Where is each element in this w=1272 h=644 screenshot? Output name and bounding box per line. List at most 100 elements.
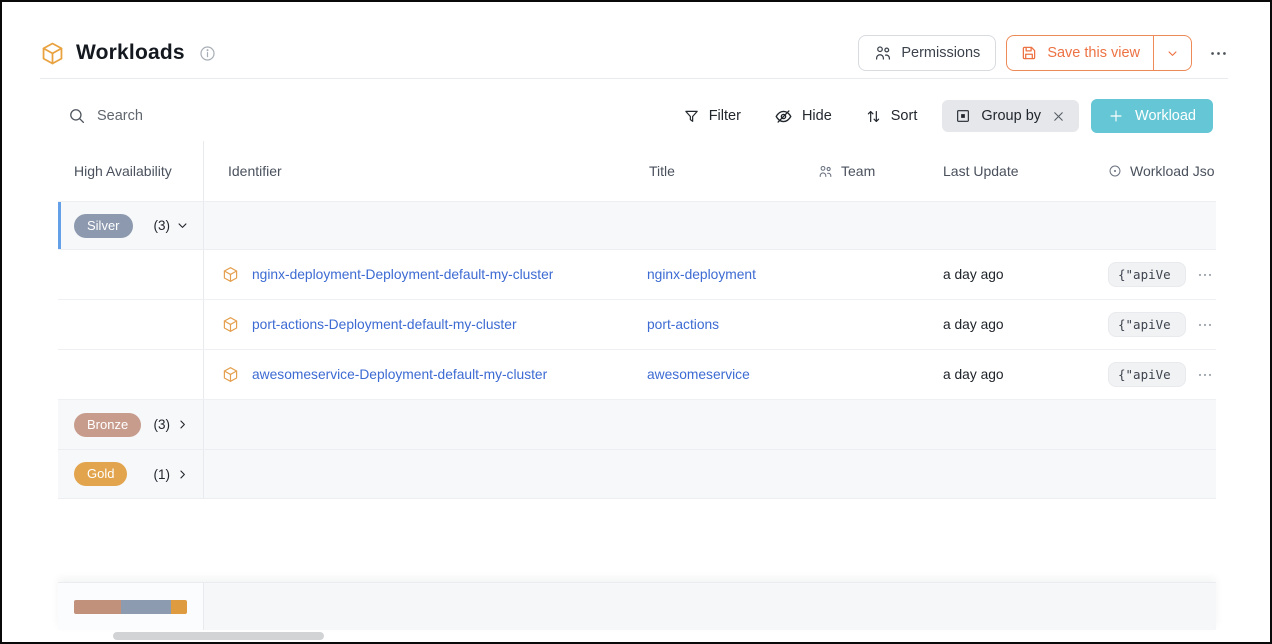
search-icon bbox=[68, 107, 86, 125]
workload-json-cell: {"apiVe bbox=[1092, 362, 1216, 387]
permissions-label: Permissions bbox=[901, 45, 980, 61]
sort-button[interactable]: Sort bbox=[865, 108, 918, 125]
workload-json-cell: {"apiVe bbox=[1092, 312, 1216, 337]
row-more-button[interactable] bbox=[1197, 367, 1213, 383]
identifier-cell: port-actions-Deployment-default-my-clust… bbox=[204, 316, 633, 333]
horizontal-scrollbar-thumb[interactable] bbox=[113, 632, 324, 640]
add-workload-button[interactable]: Workload bbox=[1091, 99, 1213, 133]
info-icon[interactable] bbox=[199, 45, 216, 62]
identifier-link[interactable]: nginx-deployment-Deployment-default-my-c… bbox=[252, 267, 553, 282]
hide-label: Hide bbox=[802, 108, 832, 124]
group-by-icon bbox=[955, 108, 971, 124]
sort-label: Sort bbox=[891, 108, 918, 124]
workloads-cube-icon bbox=[40, 41, 65, 66]
group-count: (1) bbox=[154, 467, 171, 482]
kebab-icon bbox=[1209, 44, 1228, 63]
kebab-icon bbox=[1197, 367, 1213, 383]
entity-cube-icon bbox=[222, 316, 239, 333]
kebab-icon bbox=[1197, 317, 1213, 333]
chevron-down-icon bbox=[1165, 46, 1180, 61]
column-label: Workload Jso bbox=[1130, 163, 1215, 179]
row-more-button[interactable] bbox=[1197, 267, 1213, 283]
hide-button[interactable]: Hide bbox=[774, 107, 832, 126]
title-cell: nginx-deployment bbox=[633, 266, 802, 284]
eye-off-icon bbox=[774, 107, 793, 126]
save-view-button[interactable]: Save this view bbox=[1007, 36, 1153, 70]
column-label: Team bbox=[841, 163, 875, 179]
table-toolbar: Filter Hide bbox=[2, 79, 1270, 137]
table-row[interactable]: port-actions-Deployment-default-my-clust… bbox=[58, 300, 1216, 350]
bronze-segment bbox=[74, 600, 121, 614]
table-empty-space bbox=[58, 499, 1216, 582]
filter-button[interactable]: Filter bbox=[683, 108, 741, 125]
group-row-gold[interactable]: Gold (1) bbox=[58, 450, 1216, 499]
column-header-title[interactable]: Title bbox=[633, 141, 802, 201]
column-header-last-update[interactable]: Last Update bbox=[927, 141, 1092, 201]
group-row-bronze[interactable]: Bronze (3) bbox=[58, 400, 1216, 450]
last-update-cell: a day ago bbox=[927, 317, 1092, 332]
page-title: Workloads bbox=[76, 41, 185, 65]
column-label: High Availability bbox=[74, 163, 172, 179]
high-availability-cell bbox=[58, 300, 204, 349]
group-by-chip[interactable]: Group by bbox=[942, 100, 1079, 132]
group-by-clear-button[interactable] bbox=[1051, 109, 1066, 124]
json-preview-chip[interactable]: {"apiVe bbox=[1108, 362, 1186, 387]
identifier-cell: nginx-deployment-Deployment-default-my-c… bbox=[204, 266, 633, 283]
workloads-page: Workloads Permissi bbox=[0, 0, 1272, 644]
close-icon bbox=[1051, 109, 1066, 124]
horizontal-scrollbar bbox=[58, 630, 1216, 642]
group-row-filler bbox=[204, 400, 1216, 449]
identifier-link[interactable]: port-actions-Deployment-default-my-clust… bbox=[252, 317, 517, 332]
table-row[interactable]: awesomeservice-Deployment-default-my-clu… bbox=[58, 350, 1216, 400]
chevron-right-icon[interactable] bbox=[175, 467, 190, 482]
silver-badge: Silver bbox=[74, 214, 133, 238]
save-view-dropdown-button[interactable] bbox=[1153, 36, 1191, 70]
chevron-down-icon[interactable] bbox=[175, 218, 190, 233]
filter-label: Filter bbox=[709, 108, 741, 124]
json-preview-chip[interactable]: {"apiVe bbox=[1108, 312, 1186, 337]
plus-icon bbox=[1108, 108, 1124, 124]
save-icon bbox=[1020, 44, 1038, 62]
team-icon bbox=[818, 164, 833, 179]
gold-segment bbox=[171, 600, 187, 614]
column-header-workload-json[interactable]: Workload Jso bbox=[1092, 141, 1272, 201]
group-row-filler bbox=[204, 450, 1216, 498]
high-availability-cell bbox=[58, 250, 204, 299]
group-by-label: Group by bbox=[981, 108, 1041, 124]
column-header-identifier[interactable]: Identifier bbox=[204, 141, 633, 201]
table-row[interactable]: nginx-deployment-Deployment-default-my-c… bbox=[58, 250, 1216, 300]
target-icon bbox=[1108, 164, 1122, 178]
column-header-high-availability[interactable]: High Availability bbox=[58, 141, 204, 201]
gold-badge: Gold bbox=[74, 462, 127, 486]
summary-row bbox=[58, 582, 1216, 630]
chevron-right-icon[interactable] bbox=[175, 417, 190, 432]
entity-cube-icon bbox=[222, 366, 239, 383]
group-row-silver[interactable]: Silver (3) bbox=[58, 202, 1216, 250]
search-input[interactable] bbox=[97, 108, 327, 124]
title-cell: port-actions bbox=[633, 316, 802, 334]
filter-icon bbox=[683, 108, 700, 125]
save-view-split-button: Save this view bbox=[1006, 35, 1192, 71]
title-link[interactable]: nginx-deployment bbox=[647, 267, 756, 282]
title-link[interactable]: port-actions bbox=[647, 317, 719, 332]
silver-segment bbox=[121, 600, 170, 614]
high-availability-cell bbox=[58, 350, 204, 399]
title-link[interactable]: awesomeservice bbox=[647, 367, 750, 382]
summary-high-availability-cell bbox=[58, 583, 204, 630]
row-more-button[interactable] bbox=[1197, 317, 1213, 333]
json-preview-chip[interactable]: {"apiVe bbox=[1108, 262, 1186, 287]
permissions-button[interactable]: Permissions bbox=[858, 35, 996, 71]
title-cell: awesomeservice bbox=[633, 366, 802, 384]
summary-row-filler bbox=[204, 583, 1216, 630]
workload-json-cell: {"apiVe bbox=[1092, 262, 1216, 287]
save-view-label: Save this view bbox=[1047, 45, 1140, 61]
last-update-cell: a day ago bbox=[927, 367, 1092, 382]
more-options-button[interactable] bbox=[1209, 44, 1228, 63]
column-header-team[interactable]: Team bbox=[802, 141, 927, 201]
group-cell: Gold (1) bbox=[58, 450, 204, 498]
column-label: Title bbox=[649, 163, 675, 179]
group-count: (3) bbox=[154, 417, 171, 432]
identifier-link[interactable]: awesomeservice-Deployment-default-my-clu… bbox=[252, 367, 547, 382]
bronze-badge: Bronze bbox=[74, 413, 141, 437]
workloads-table: High Availability Identifier Title Team bbox=[58, 137, 1216, 642]
